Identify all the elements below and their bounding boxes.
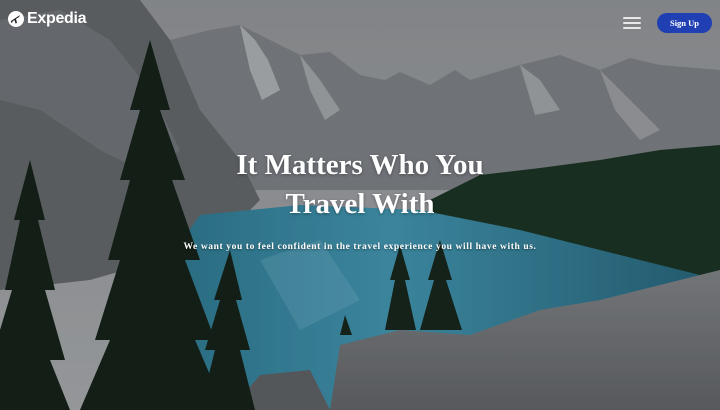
plane-globe-icon <box>8 11 24 27</box>
hero-tagline: We want you to feel confident in the tra… <box>183 242 537 252</box>
sign-up-button[interactable]: Sign Up <box>657 13 712 33</box>
brand-logo[interactable]: Expedia <box>8 10 87 28</box>
hero-headline-line-1: It Matters Who You <box>236 149 484 181</box>
top-navigation: Expedia Sign Up <box>0 0 720 44</box>
hero-section: Expedia Sign Up It Matters Who You Trave… <box>0 0 720 410</box>
hamburger-menu-icon[interactable] <box>623 15 641 29</box>
hero-headline-line-2: Travel With <box>285 188 435 220</box>
hero-headline: It Matters Who You Travel With <box>0 146 720 224</box>
brand-name: Expedia <box>27 10 87 27</box>
